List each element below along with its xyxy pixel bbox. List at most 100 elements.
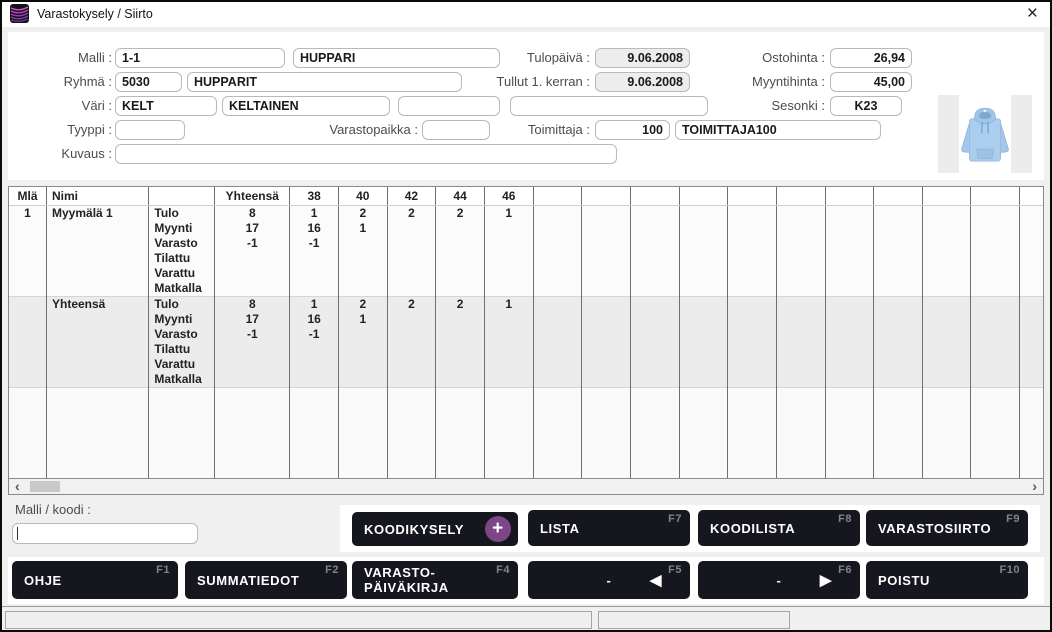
table-row[interactable]: Tilattu [9, 251, 1044, 266]
button-koodilista[interactable]: KOODILISTAF8 [698, 510, 860, 546]
value-cell [922, 372, 971, 388]
sesonki-field[interactable] [830, 96, 902, 116]
malli-code-field[interactable] [115, 48, 285, 68]
stock-table: MläNimiYhteensä38404244461Myymälä 1Tulo8… [9, 187, 1044, 478]
value-cell [630, 312, 679, 327]
value-cell: 1 [484, 205, 533, 221]
button-varastopaivakirja[interactable]: VARASTO-PÄIVÄKIRJAF4 [352, 561, 518, 599]
value-cell [922, 296, 971, 312]
table-row[interactable]: Varattu [9, 357, 1044, 372]
fkey-label: F7 [668, 513, 682, 525]
close-icon[interactable]: × [1023, 4, 1042, 23]
value-cell [338, 251, 387, 266]
value-cell [679, 251, 728, 266]
hoodie-image [959, 105, 1011, 167]
value-cell [776, 312, 825, 327]
horizontal-scrollbar[interactable]: ‹ › [8, 478, 1044, 495]
tulopaiva-field[interactable] [595, 48, 690, 68]
ryhma-name-field[interactable] [187, 72, 462, 92]
button-lista[interactable]: LISTAF7 [528, 510, 690, 546]
value-cell [776, 342, 825, 357]
vari-code-field[interactable] [115, 96, 217, 116]
value-cell [582, 205, 631, 221]
toimittaja-name-field[interactable] [675, 120, 881, 140]
value-cell [679, 342, 728, 357]
vari-name-field[interactable] [222, 96, 390, 116]
vari-extra2-field[interactable] [510, 96, 708, 116]
value-cell [874, 251, 923, 266]
value-cell [971, 312, 1020, 327]
button-poistu[interactable]: POISTUF10 [866, 561, 1028, 599]
tullut-kerran-label: Tullut 1. kerran : [438, 72, 590, 92]
value-cell: 8 [215, 296, 290, 312]
product-form-panel: Malli : Tulopäivä : Ostohinta : Ryhmä : … [8, 32, 1044, 180]
value-cell [728, 357, 777, 372]
value-cell [922, 251, 971, 266]
value-cell [387, 342, 436, 357]
value-cell [679, 236, 728, 251]
value-cell [484, 281, 533, 297]
column-header: Nimi [47, 187, 149, 205]
value-cell [922, 281, 971, 297]
column-header [533, 187, 582, 205]
value-cell [582, 327, 631, 342]
value-cell: 2 [387, 205, 436, 221]
measure-label-cell: Varattu [149, 357, 215, 372]
button-next[interactable]: -▶F6 [698, 561, 860, 599]
status-field-2 [598, 611, 790, 629]
table-row[interactable]: YhteensäTulo812221 [9, 296, 1044, 312]
table-row[interactable]: Matkalla [9, 281, 1044, 297]
value-cell [436, 281, 485, 297]
column-header: Yhteensä [215, 187, 290, 205]
value-cell [776, 236, 825, 251]
scrollbar-thumb[interactable] [30, 481, 60, 492]
scroll-left-icon[interactable]: ‹ [15, 479, 20, 494]
value-cell: 2 [338, 205, 387, 221]
value-cell [874, 266, 923, 281]
button-label: OHJE [24, 573, 62, 588]
toimittaja-code-field[interactable] [595, 120, 670, 140]
measure-label-cell: Tilattu [149, 251, 215, 266]
scroll-right-icon[interactable]: › [1032, 479, 1037, 494]
table-row[interactable]: Varasto-1-1 [9, 327, 1044, 342]
value-cell [387, 281, 436, 297]
value-cell [728, 372, 777, 388]
table-row[interactable]: Varasto-1-1 [9, 236, 1044, 251]
tyyppi-field[interactable] [115, 120, 185, 140]
fkey-label: F8 [838, 513, 852, 525]
value-cell: 1 [338, 221, 387, 236]
column-header [776, 187, 825, 205]
value-cell: 1 [338, 312, 387, 327]
myyntihinta-field[interactable] [830, 72, 912, 92]
value-cell [387, 236, 436, 251]
table-row[interactable]: Varattu [9, 266, 1044, 281]
value-cell: 1 [290, 205, 339, 221]
malli-koodi-input[interactable] [12, 523, 198, 544]
value-cell [1020, 296, 1044, 312]
value-cell [922, 342, 971, 357]
value-cell [825, 342, 874, 357]
table-row[interactable]: Matkalla [9, 372, 1044, 388]
button-koodikysely[interactable]: KOODIKYSELY+ [352, 512, 518, 546]
button-varastosiirto[interactable]: VARASTOSIIRTOF9 [866, 510, 1028, 546]
value-cell [215, 372, 290, 388]
table-row[interactable]: Myynti17161 [9, 221, 1044, 236]
button-ohje[interactable]: OHJEF1 [12, 561, 178, 599]
measure-label-cell: Myynti [149, 312, 215, 327]
button-prev[interactable]: -◀F5 [528, 561, 690, 599]
table-row[interactable]: 1Myymälä 1Tulo812221 [9, 205, 1044, 221]
value-cell [290, 357, 339, 372]
stock-table-container[interactable]: MläNimiYhteensä38404244461Myymälä 1Tulo8… [8, 186, 1044, 478]
ostohinta-field[interactable] [830, 48, 912, 68]
column-header [728, 187, 777, 205]
table-row[interactable]: Tilattu [9, 342, 1044, 357]
kuvaus-field[interactable] [115, 144, 617, 164]
value-cell [1020, 251, 1044, 266]
button-summatiedot[interactable]: SUMMATIEDOTF2 [185, 561, 347, 599]
tullut-kerran-field[interactable] [595, 72, 690, 92]
value-cell [582, 357, 631, 372]
vari-extra1-field[interactable] [398, 96, 500, 116]
value-cell [436, 312, 485, 327]
table-row[interactable]: Myynti17161 [9, 312, 1044, 327]
ryhma-code-field[interactable] [115, 72, 182, 92]
